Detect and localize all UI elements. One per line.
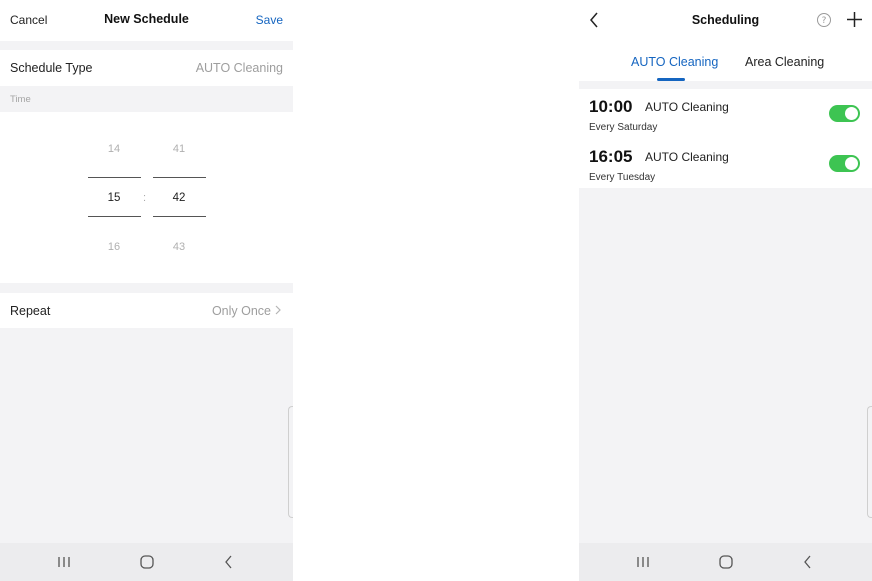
schedule-repeat: Every Tuesday (589, 172, 656, 183)
home-icon[interactable] (137, 552, 157, 572)
schedule-list: 10:00 AUTO Cleaning Every Saturday 16:05… (579, 89, 872, 188)
schedule-time: 10:00 (589, 97, 633, 116)
scheduling-screen: Scheduling ? AUTO Cleaning Area Cleaning… (579, 0, 872, 581)
scheduling-header: Scheduling ? AUTO Cleaning Area Cleaning (579, 0, 872, 81)
list-item[interactable]: 16:05 AUTO Cleaning Every Tuesday (579, 139, 872, 189)
hour-option-prev[interactable]: 14 (88, 143, 140, 155)
toggle-knob (845, 157, 858, 170)
nav-back-icon[interactable] (219, 552, 239, 572)
hour-option-next[interactable]: 16 (88, 241, 140, 253)
schedule-time: 16:05 (589, 147, 633, 166)
time-separator: : (143, 192, 147, 204)
new-schedule-header: Cancel New Schedule Save (0, 0, 293, 41)
plus-icon[interactable] (845, 10, 864, 29)
svg-text:?: ? (822, 16, 827, 26)
time-picker: 14 15 16 : 41 42 43 (0, 112, 293, 283)
schedule-repeat: Every Saturday (589, 122, 658, 133)
new-schedule-screen: Cancel New Schedule Save Schedule Type A… (0, 0, 293, 581)
nav-back-icon[interactable] (798, 552, 818, 572)
schedule-toggle[interactable] (829, 155, 860, 172)
edge-panel-handle[interactable] (288, 406, 293, 518)
repeat-label: Repeat (10, 304, 51, 318)
tab-auto-cleaning[interactable]: AUTO Cleaning (631, 55, 718, 69)
minute-selection-line-bottom (153, 216, 206, 217)
schedule-type-row[interactable]: Schedule Type AUTO Cleaning (0, 50, 293, 86)
system-nav-bar (0, 543, 293, 581)
system-nav-bar (579, 543, 872, 581)
home-icon[interactable] (716, 552, 736, 572)
help-icon[interactable]: ? (816, 12, 832, 28)
recent-apps-icon[interactable] (54, 552, 74, 572)
repeat-value: Only Once (211, 304, 271, 318)
recent-apps-icon[interactable] (633, 552, 653, 572)
tab-area-cleaning[interactable]: Area Cleaning (745, 55, 824, 69)
time-section-header: Time (0, 86, 293, 112)
minute-option-selected[interactable]: 42 (153, 192, 205, 204)
edge-panel-handle[interactable] (867, 406, 872, 518)
hour-option-selected[interactable]: 15 (88, 192, 140, 204)
schedule-toggle[interactable] (829, 105, 860, 122)
list-item[interactable]: 10:00 AUTO Cleaning Every Saturday (579, 89, 872, 139)
schedule-mode: AUTO Cleaning (645, 100, 729, 114)
page-title: New Schedule (104, 12, 189, 26)
chevron-right-icon (275, 305, 281, 315)
schedule-mode: AUTO Cleaning (645, 150, 729, 164)
save-button[interactable]: Save (256, 13, 283, 27)
repeat-row[interactable]: Repeat Only Once (0, 293, 293, 328)
minute-option-prev[interactable]: 41 (153, 143, 205, 155)
active-tab-indicator (657, 78, 685, 81)
hour-selection-line-top (88, 177, 141, 178)
schedule-type-label: Schedule Type (10, 61, 93, 75)
time-section-label: Time (10, 94, 31, 105)
schedule-type-value: AUTO Cleaning (195, 61, 283, 75)
minute-option-next[interactable]: 43 (153, 241, 205, 253)
hour-selection-line-bottom (88, 216, 141, 217)
minute-selection-line-top (153, 177, 206, 178)
toggle-knob (845, 107, 858, 120)
